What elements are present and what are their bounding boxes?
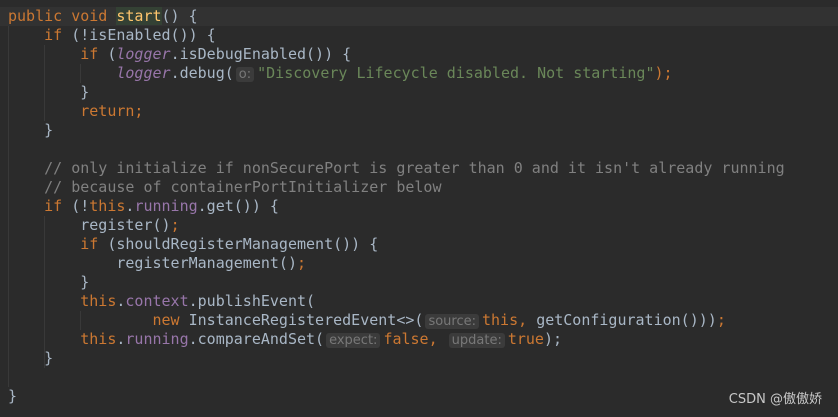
code-token: } [8,121,54,139]
code-token: (shouldRegisterManagement()) { [98,235,379,253]
keyword-token: ); [654,64,673,82]
code-line[interactable] [0,140,838,159]
code-token: () { [161,7,198,25]
code-line[interactable]: } [0,387,838,406]
string-literal: "Discovery Lifecycle disabled. Not start… [257,64,655,82]
keyword-token: this [89,197,126,215]
code-token: } [8,83,90,101]
code-line[interactable]: // because of containerPortInitializer b… [0,178,838,197]
code-line[interactable]: } [0,349,838,368]
parameter-hint: expect: [326,333,381,348]
keyword-token: ; [170,216,180,234]
parameter-hint: o: [235,67,255,82]
code-line[interactable]: logger.debug(o: "Discovery Lifecycle disa… [0,64,838,83]
code-line[interactable]: // only initialize if nonSecurePort is g… [0,159,838,178]
keyword-token: false, [383,330,447,348]
code-token: .get()) { [197,197,279,215]
code-editor[interactable]: public void start() { if (!isEnabled()) … [0,7,838,406]
code-line[interactable]: } [0,273,838,292]
code-token: register() [8,216,171,234]
keyword-token: this [80,292,117,310]
code-line[interactable]: } [0,83,838,102]
static-field-token: logger [116,64,171,82]
code-token: } [8,273,90,291]
keyword-token: new [152,311,180,329]
keyword-token: true [507,330,544,348]
field-token: running [125,330,189,348]
comment: // because of containerPortInitializer b… [44,178,442,196]
code-line[interactable]: public void start() { [0,7,838,26]
keyword-token: ; [716,311,726,329]
parameter-hint: update: [448,333,505,348]
keyword-token: this [80,330,117,348]
code-token: ); [543,330,563,348]
parameter-hint: source: [425,314,479,329]
keyword-token: this [482,311,519,329]
code-token: (!isEnabled()) { [62,26,216,44]
keyword-token: if [80,45,99,63]
watermark: CSDN @傲傲娇 [728,392,822,407]
static-field-token: logger [116,45,171,63]
keyword-token: return; [80,102,144,120]
keyword-token: if [80,235,99,253]
keyword-token: public void [8,7,117,25]
code-token: } [8,387,18,405]
method-name-highlight: start [116,7,162,25]
code-token: ( [98,45,117,63]
code-line[interactable] [0,368,838,387]
code-line[interactable]: if (shouldRegisterManagement()) { [0,235,838,254]
code-token: .publishEvent( [188,292,316,310]
code-line[interactable]: this.context.publishEvent( [0,292,838,311]
code-line[interactable]: registerManagement(); [0,254,838,273]
code-line[interactable]: register(); [0,216,838,235]
keyword-token: if [44,197,63,215]
code-token: .isDebugEnabled()) { [170,45,352,63]
code-line[interactable]: new InstanceRegisteredEvent<>(source: thi… [0,311,838,330]
code-token: InstanceRegisteredEvent<>( [179,311,424,329]
code-token: } [8,349,54,367]
code-line[interactable]: return; [0,102,838,121]
keyword-token: ; [296,254,307,272]
code-line[interactable]: if (!this.running.get()) { [0,197,838,216]
field-token: context [125,292,189,310]
code-line[interactable]: this.running.compareAndSet(expect: false,… [0,330,838,349]
code-line[interactable]: } [0,121,838,140]
code-token: .compareAndSet( [188,330,325,348]
comment: // only initialize if nonSecurePort is g… [44,159,785,177]
field-token: running [134,197,198,215]
code-token: .debug( [170,64,234,82]
keyword-token: , [518,311,537,329]
code-token: (! [62,197,90,215]
code-token: registerManagement() [8,254,297,272]
code-line[interactable]: if (logger.isDebugEnabled()) { [0,45,838,64]
code-line[interactable]: if (!isEnabled()) { [0,26,838,45]
code-token: getConfiguration())) [536,311,717,329]
keyword-token: if [44,26,63,44]
